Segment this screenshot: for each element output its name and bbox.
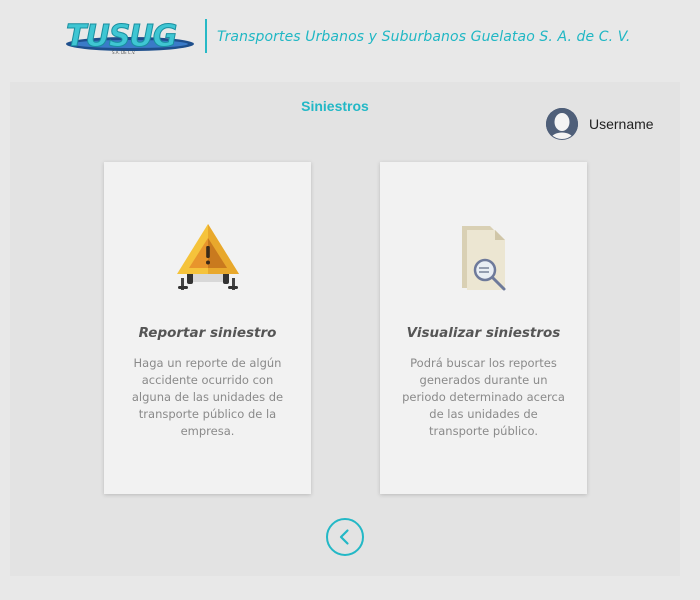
company-logo[interactable]: TUSUG S.A. DE C.V. [60, 16, 200, 58]
company-name: Transportes Urbanos y Suburbanos Guelata… [217, 29, 631, 45]
main-panel: Siniestros Username Reportar siniestro H… [10, 82, 680, 576]
card-title[interactable]: Reportar siniestro [104, 325, 311, 341]
user-icon [546, 108, 578, 140]
warning-sign-icon [104, 222, 311, 298]
document-search-icon [380, 222, 587, 298]
view-incidents-card[interactable]: Visualizar siniestros Podrá buscar los r… [380, 162, 587, 494]
app-header: TUSUG S.A. DE C.V. Transportes Urbanos y… [0, 0, 700, 80]
user-menu[interactable]: Username [546, 108, 654, 140]
svg-text:S.A. DE C.V.: S.A. DE C.V. [112, 50, 135, 55]
card-description: Haga un reporte de algún accidente ocurr… [131, 356, 284, 438]
card-title[interactable]: Visualizar siniestros [380, 325, 587, 341]
back-button[interactable] [326, 518, 364, 556]
username-label[interactable]: Username [589, 116, 654, 132]
chevron-left-icon [339, 529, 349, 545]
card-description: Podrá buscar los reportes generados dura… [402, 356, 565, 438]
avatar[interactable] [546, 108, 578, 140]
report-incident-card[interactable]: Reportar siniestro Haga un reporte de al… [104, 162, 311, 494]
svg-text:TUSUG: TUSUG [66, 19, 177, 54]
header-divider [205, 19, 207, 53]
